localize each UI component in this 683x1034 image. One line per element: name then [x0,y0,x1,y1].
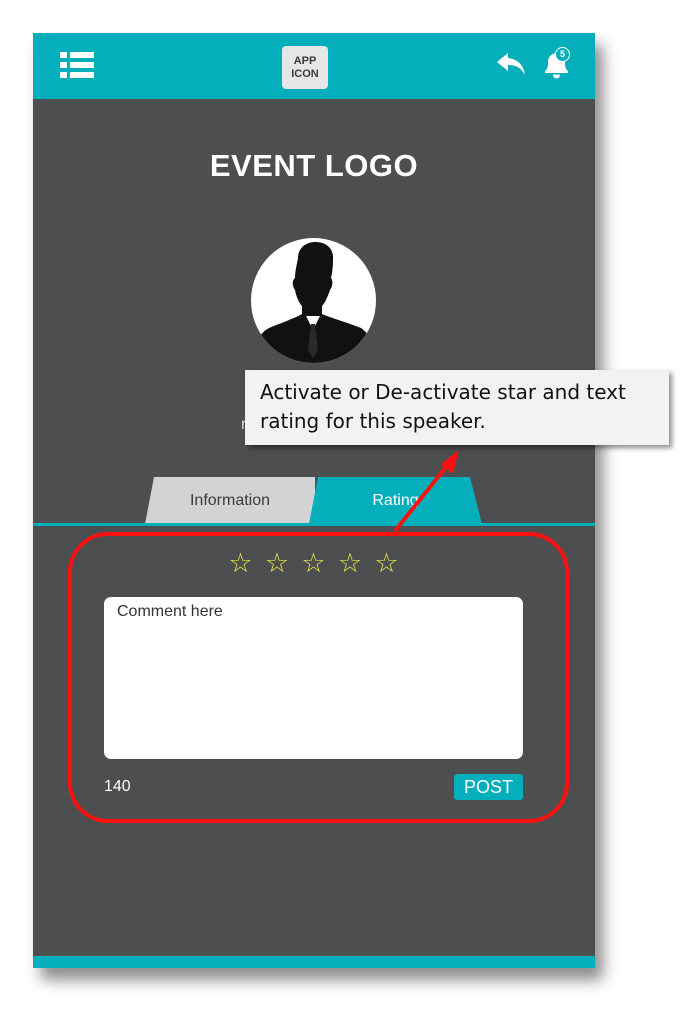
tab-rating[interactable]: Rating [309,477,482,524]
star-rating: ☆ ☆ ☆ ☆ ☆ [33,548,595,579]
star-icon[interactable]: ☆ [300,548,328,579]
bottom-bar [33,956,595,968]
app-icon-line2: ICON [291,67,319,80]
top-bar: APP ICON 5 [33,33,595,99]
star-icon[interactable]: ☆ [227,548,255,579]
list-menu-icon[interactable] [60,52,94,78]
tab-information-label: Information [189,491,271,509]
app-icon[interactable]: APP ICON [282,46,328,89]
annotation-callout: Activate or De-activate star and text ra… [245,370,669,445]
tab-information[interactable]: Information [145,477,315,524]
comment-input[interactable] [104,597,523,759]
post-button[interactable]: POST [454,774,523,800]
speaker-avatar [251,238,376,363]
event-logo: EVENT LOGO [209,148,419,183]
star-icon[interactable]: ☆ [373,548,401,579]
phone-screen: APP ICON 5 EVENT LOGO r Information Rati… [33,33,595,968]
tab-divider [33,523,595,526]
back-arrow-icon[interactable] [496,51,526,77]
tab-rating-label: Rating [372,491,419,509]
person-silhouette-icon [251,242,376,363]
character-counter: 140 [104,778,131,795]
app-icon-line1: APP [293,54,317,67]
star-icon[interactable]: ☆ [337,548,365,579]
notification-badge: 5 [555,47,570,62]
notifications-button[interactable]: 5 [540,47,572,81]
star-icon[interactable]: ☆ [263,548,291,579]
